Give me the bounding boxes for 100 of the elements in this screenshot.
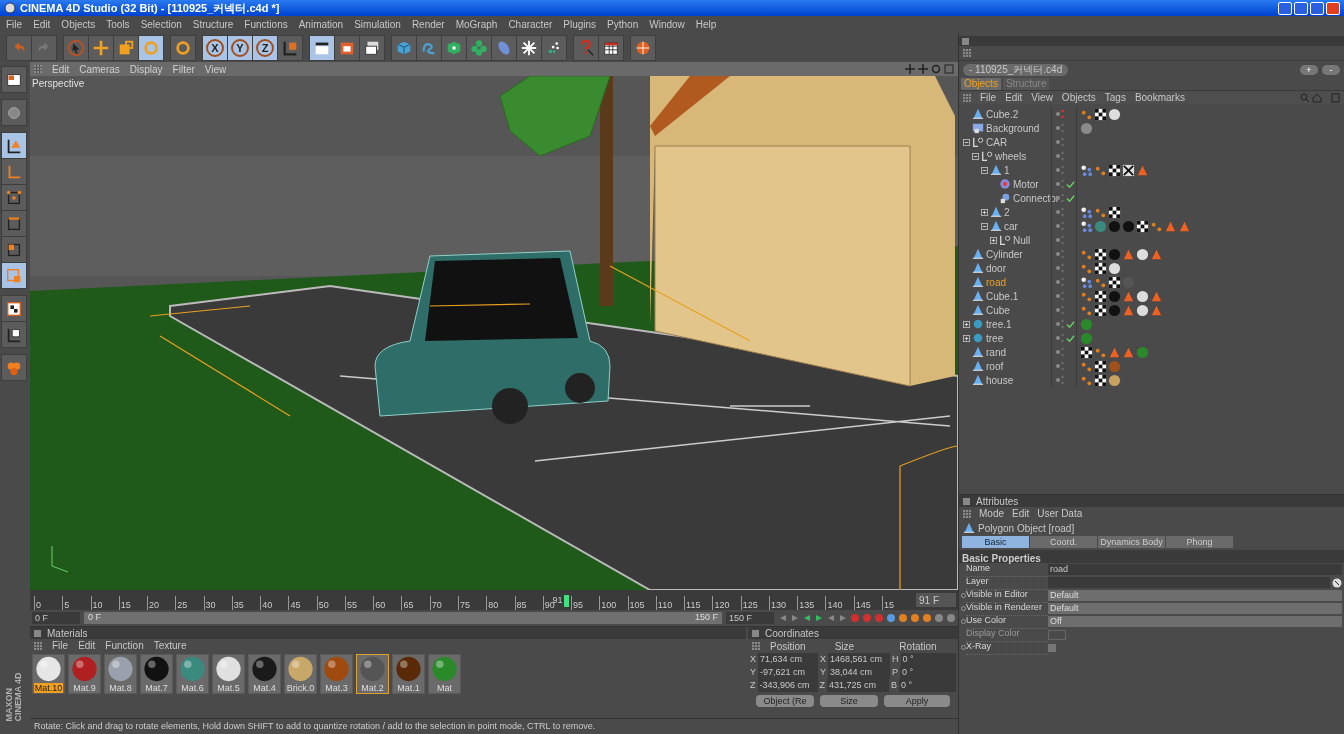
view-move-icon[interactable] [905, 64, 915, 74]
checker-tag-icon[interactable] [1108, 163, 1121, 177]
object-name[interactable]: house [986, 372, 1014, 388]
triangle-tag-icon[interactable] [1122, 345, 1135, 359]
object-name[interactable]: Background [986, 120, 1040, 136]
expand-toggle-icon[interactable] [963, 334, 970, 342]
material-swatch[interactable]: Mat.5 [212, 654, 245, 694]
triangle-tag-icon[interactable] [1150, 303, 1163, 317]
checker-tag-icon[interactable] [1108, 205, 1121, 219]
material-swatch[interactable]: Brick.0 [284, 654, 317, 694]
visibility-dots-icon[interactable] [1056, 346, 1064, 358]
name-field[interactable]: road [1048, 564, 1342, 575]
menu-item[interactable]: Functions [244, 17, 288, 32]
viewport-menu-item[interactable]: Cameras [79, 61, 120, 77]
end-frame-field[interactable]: 150 F [726, 612, 774, 624]
objects-menu-item[interactable]: File [980, 90, 997, 105]
expand-toggle-icon[interactable] [963, 320, 970, 328]
material-tag[interactable] [1108, 373, 1121, 387]
cluster-tag-icon[interactable] [1080, 205, 1093, 219]
visibility-dots-icon[interactable] [1056, 220, 1064, 232]
triangle-tag-icon[interactable] [1178, 219, 1191, 233]
visibility-dots-icon[interactable] [1056, 108, 1064, 120]
view-zoom-icon[interactable] [918, 64, 928, 74]
menu-item[interactable]: File [6, 17, 23, 32]
panel-handle-icon[interactable] [752, 629, 759, 637]
property-dropdown[interactable]: Default [1048, 590, 1342, 601]
triangle-tag-icon[interactable] [1122, 303, 1135, 317]
object-name[interactable]: 2 [1004, 204, 1010, 220]
size-mode-dropdown[interactable]: Size [820, 695, 878, 707]
attribute-tab[interactable]: Dynamics Body [1098, 536, 1165, 548]
attributes-menu-item[interactable]: Mode [979, 506, 1004, 521]
objects-menu-item[interactable]: Tags [1104, 90, 1126, 105]
objects-menu-item[interactable]: Bookmarks [1134, 90, 1185, 105]
apply-button[interactable]: Apply [884, 695, 950, 707]
expand-toggle-icon[interactable] [981, 208, 988, 216]
viewport[interactable]: Perspective [30, 76, 958, 590]
tool-button[interactable] [542, 35, 566, 60]
layer-field[interactable] [1048, 577, 1330, 588]
file-nav-button[interactable]: + [1300, 64, 1318, 75]
visibility-dots-icon[interactable] [1056, 178, 1064, 190]
materials-menu-item[interactable]: Edit [78, 638, 96, 653]
object-name[interactable]: 1 [1004, 162, 1010, 178]
menu-item[interactable]: Tools [106, 17, 130, 32]
materials-menu-item[interactable]: Texture [153, 638, 187, 653]
menu-item[interactable]: Help [695, 17, 717, 32]
coordinate-mode-dropdown[interactable]: Object (Re [756, 695, 814, 707]
viewport-menu-item[interactable]: Edit [52, 61, 70, 77]
view-rotate-icon[interactable] [931, 64, 941, 74]
visibility-dots-icon[interactable] [1056, 374, 1064, 386]
check-icon[interactable] [1066, 179, 1075, 189]
viewport-menu-item[interactable]: Display [129, 61, 163, 77]
visibility-dots-icon[interactable] [1056, 318, 1064, 330]
visibility-dots-icon[interactable] [1056, 122, 1064, 134]
tool-button[interactable] [310, 35, 334, 60]
pick-icon[interactable] [1332, 577, 1342, 588]
property-dropdown[interactable]: Default [1048, 603, 1342, 614]
object-name[interactable]: roof [986, 358, 1004, 374]
panel-handle-icon[interactable] [34, 629, 41, 637]
object-name[interactable]: CAR [986, 134, 1008, 150]
file-tab[interactable]: - 110925_커넥터.c4d [963, 63, 1069, 76]
object-name[interactable]: wheels [995, 148, 1027, 164]
checker-tag-icon[interactable] [1094, 289, 1107, 303]
visibility-dots-icon[interactable] [1056, 248, 1064, 260]
material-swatch[interactable]: Mat.9 [68, 654, 101, 694]
visibility-dots-icon[interactable] [1056, 360, 1064, 372]
triangle-tag-icon[interactable] [1150, 247, 1163, 261]
materials-menu-item[interactable]: Function [105, 638, 144, 653]
tool-button[interactable] [360, 35, 384, 60]
objects-menu-item[interactable]: Edit [1005, 90, 1023, 105]
tool-button[interactable] [2, 322, 26, 347]
tool-button[interactable] [139, 35, 163, 60]
attribute-tab[interactable]: Phong [1166, 536, 1233, 548]
objects-menu-item[interactable]: View [1031, 90, 1053, 105]
menu-item[interactable]: Objects [61, 17, 96, 32]
position-field[interactable]: 71,634 cm [758, 652, 818, 667]
panel-handle-icon[interactable] [963, 497, 970, 505]
visibility-dots-icon[interactable] [1056, 234, 1064, 246]
object-name[interactable]: Motor [1013, 176, 1039, 192]
checker-tag-icon[interactable] [1136, 219, 1149, 233]
start-frame-field[interactable]: 0 F [32, 612, 80, 624]
collapse-toggle-icon[interactable] [963, 138, 970, 146]
material-swatch[interactable]: Mat.8 [104, 654, 137, 694]
cluster-tag-icon[interactable] [1080, 219, 1093, 233]
tool-button[interactable] [517, 35, 541, 60]
tool-button[interactable] [599, 35, 623, 60]
visibility-dots-icon[interactable] [1056, 276, 1064, 288]
check-icon[interactable] [1066, 193, 1075, 203]
visibility-dots-icon[interactable] [1056, 136, 1064, 148]
view-maximize-icon[interactable] [944, 64, 954, 74]
visibility-dots-icon[interactable] [1056, 304, 1064, 316]
material-tag[interactable] [1136, 303, 1149, 317]
object-name[interactable]: door [986, 260, 1006, 276]
visibility-dots-icon[interactable] [1056, 206, 1064, 218]
attributes-menu-item[interactable]: User Data [1037, 506, 1083, 521]
object-name[interactable]: tree [986, 330, 1004, 346]
rotation-field[interactable]: 0 ° [900, 652, 956, 667]
material-swatch[interactable]: Mat.7 [140, 654, 173, 694]
file-nav-button[interactable]: - [1322, 64, 1340, 75]
triangle-tag-icon[interactable] [1150, 289, 1163, 303]
crossed-tag-icon[interactable] [1122, 163, 1135, 177]
